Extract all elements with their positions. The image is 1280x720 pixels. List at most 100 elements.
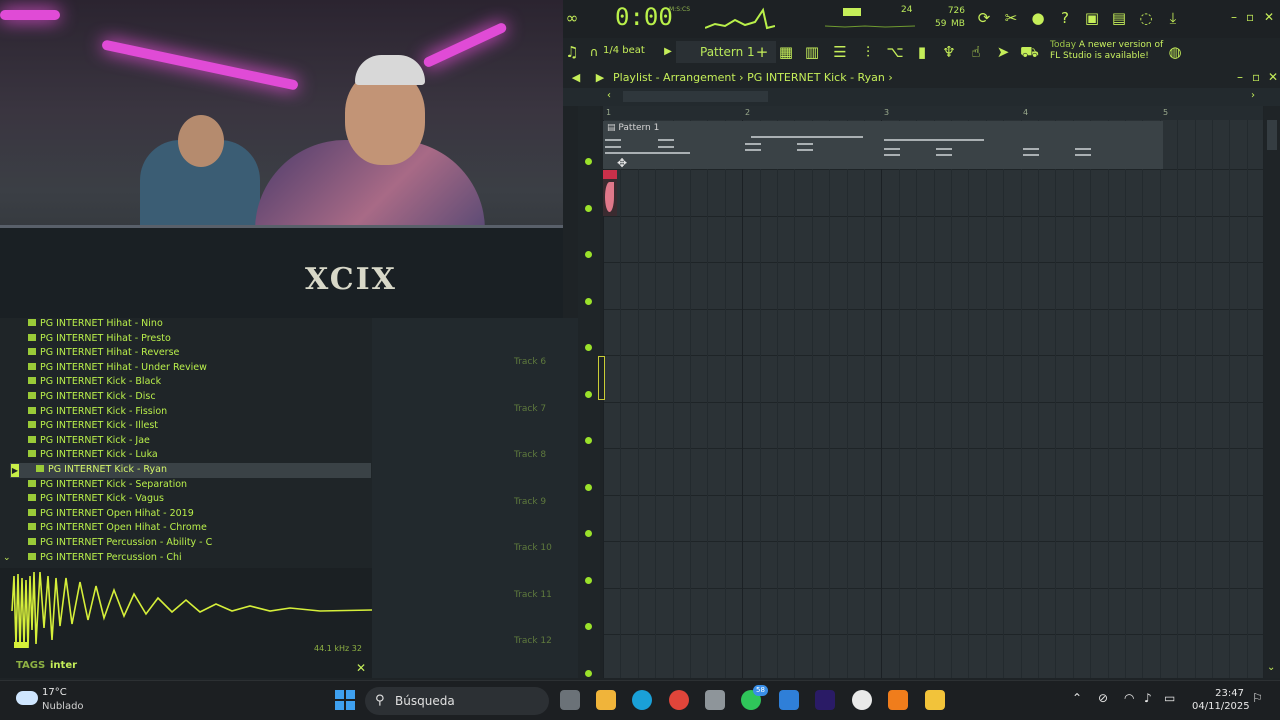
playlist-play-icon[interactable]: ▶ bbox=[591, 69, 609, 87]
file-explorer-icon[interactable] bbox=[925, 690, 945, 710]
mixer-icon[interactable]: ⫶ bbox=[859, 43, 877, 61]
cut-icon[interactable]: ✂ bbox=[1002, 9, 1020, 27]
preview-play-icon[interactable]: ▶ bbox=[11, 464, 19, 477]
playlist-icon[interactable]: ▦ bbox=[777, 43, 795, 61]
network-off-icon[interactable]: ⊘ bbox=[1098, 691, 1108, 705]
timeline-ruler[interactable]: 1 2 3 4 5 bbox=[603, 106, 1263, 120]
scroll-right-icon[interactable]: › bbox=[1251, 90, 1255, 101]
playlist-vertical-scrollbar[interactable]: ⌄ bbox=[1264, 106, 1280, 678]
browser-item[interactable]: PG INTERNET Percussion - Chi bbox=[28, 552, 182, 567]
wifi-icon[interactable]: ◠ bbox=[1124, 691, 1134, 705]
chevron-down-icon[interactable]: ⌄ bbox=[3, 553, 11, 563]
playlist-grid[interactable]: 1 2 3 4 5 ▤ Pattern 1 ✥ bbox=[603, 106, 1263, 678]
battery-icon[interactable]: ▭ bbox=[1164, 691, 1175, 705]
browser-item[interactable]: PG INTERNET Kick - Separation bbox=[28, 479, 187, 494]
piano-roll-icon[interactable]: ▥ bbox=[803, 43, 821, 61]
volume-icon[interactable]: ♪ bbox=[1144, 691, 1152, 705]
maps-icon[interactable] bbox=[852, 690, 872, 710]
master-volume-meter[interactable] bbox=[843, 8, 861, 16]
track-label[interactable]: Track 10 bbox=[514, 543, 552, 553]
track-mute-toggle[interactable] bbox=[585, 251, 592, 258]
weather-condition[interactable]: Nublado bbox=[42, 701, 84, 712]
browser-item[interactable]: PG INTERNET Hihat - Reverse bbox=[28, 347, 179, 362]
notification-icon[interactable]: ⚐ bbox=[1252, 691, 1263, 705]
browser-item[interactable]: PG INTERNET Percussion - Ability - C bbox=[28, 537, 212, 552]
track-mute-toggle[interactable] bbox=[585, 390, 592, 398]
audio-clip[interactable] bbox=[603, 170, 617, 216]
plugin-icon[interactable]: ♆ bbox=[940, 43, 958, 61]
horizontal-scroll-thumb[interactable] bbox=[623, 91, 768, 102]
track-label[interactable]: Track 9 bbox=[514, 497, 546, 507]
speaker-icon[interactable]: ◀ bbox=[567, 69, 585, 87]
track-mute-toggle[interactable] bbox=[585, 204, 592, 212]
save-icon[interactable]: ▣ bbox=[1083, 9, 1101, 27]
cloud-icon[interactable] bbox=[16, 691, 38, 705]
browser-item[interactable]: PG INTERNET Hihat - Presto bbox=[28, 333, 171, 348]
playlist-minimize-icon[interactable]: – bbox=[1237, 70, 1243, 84]
chat-icon[interactable]: ◌ bbox=[1137, 9, 1155, 27]
weather-temp[interactable]: 17°C bbox=[42, 687, 67, 698]
track-mute-toggle[interactable] bbox=[585, 297, 592, 305]
globe-icon[interactable]: ◍ bbox=[1166, 43, 1184, 61]
news-panel[interactable]: Today A newer version of FL Studio is av… bbox=[1050, 40, 1163, 62]
scroll-down-icon[interactable]: ⌄ bbox=[1267, 662, 1275, 673]
playlist-restore-icon[interactable]: ▫ bbox=[1252, 70, 1260, 84]
browser-item[interactable]: PG INTERNET Kick - Ryan bbox=[36, 464, 167, 479]
fl-menu-icon[interactable]: ∞ bbox=[563, 9, 581, 27]
browser-item[interactable]: PG INTERNET Kick - Luka bbox=[28, 449, 158, 464]
browser-item[interactable]: PG INTERNET Hihat - Under Review bbox=[28, 362, 207, 377]
browser-item[interactable]: PG INTERNET Kick - Jae bbox=[28, 435, 150, 450]
premiere-icon[interactable] bbox=[815, 690, 835, 710]
restore-icon[interactable]: ▫ bbox=[1246, 10, 1254, 24]
playlist-close-icon[interactable]: ✕ bbox=[1268, 70, 1278, 84]
start-icon[interactable] bbox=[335, 690, 355, 710]
task-view-icon[interactable] bbox=[560, 690, 580, 710]
track-mute-toggle[interactable] bbox=[585, 576, 592, 584]
track-mute-toggle[interactable] bbox=[585, 437, 592, 444]
touch-icon[interactable]: ☝ bbox=[967, 43, 985, 61]
close-icon[interactable]: ✕ bbox=[1264, 10, 1274, 24]
track-mute-toggle[interactable] bbox=[585, 530, 592, 537]
snipping-tool-icon[interactable] bbox=[705, 690, 725, 710]
track-label[interactable]: Track 8 bbox=[514, 450, 546, 460]
piano-icon[interactable]: ♫ bbox=[563, 43, 581, 61]
track-mute-toggle[interactable] bbox=[585, 344, 592, 351]
browser-tree-icon[interactable]: ⌥ bbox=[886, 43, 904, 61]
edge-icon[interactable] bbox=[632, 690, 652, 710]
undo-icon[interactable]: ⟳ bbox=[975, 9, 993, 27]
browser-item[interactable]: PG INTERNET Kick - Fission bbox=[28, 406, 167, 421]
browser-item[interactable]: PG INTERNET Kick - Disc bbox=[28, 391, 156, 406]
tags-value[interactable]: inter bbox=[50, 660, 77, 671]
track-label[interactable]: Track 12 bbox=[514, 636, 552, 646]
browser-item[interactable]: PG INTERNET Kick - Illest bbox=[28, 420, 158, 435]
vertical-scroll-thumb[interactable] bbox=[1267, 120, 1277, 150]
help-icon[interactable]: ? bbox=[1056, 9, 1074, 27]
chevron-up-icon[interactable]: ⌃ bbox=[1072, 691, 1082, 705]
channel-rack-icon[interactable]: ☰ bbox=[831, 43, 849, 61]
render-icon[interactable]: ▤ bbox=[1110, 9, 1128, 27]
browser-item[interactable]: PG INTERNET Kick - Vagus bbox=[28, 493, 164, 508]
track-label[interactable]: Track 11 bbox=[514, 590, 552, 600]
snap-selector[interactable]: 1/4 beat bbox=[603, 45, 645, 56]
browser-item[interactable]: PG INTERNET Hihat - Nino bbox=[28, 318, 163, 333]
store-icon[interactable] bbox=[596, 690, 616, 710]
track-label[interactable]: Track 7 bbox=[514, 404, 546, 414]
browser-item[interactable]: PG INTERNET Open Hihat - 2019 bbox=[28, 508, 194, 523]
clock[interactable]: 23:47 04/11/2025 bbox=[1192, 687, 1250, 713]
chrome-icon[interactable] bbox=[669, 690, 689, 710]
taskbar-search[interactable]: ⚲ Búsqueda bbox=[365, 687, 549, 715]
magnet-icon[interactable]: ∩ bbox=[585, 43, 603, 61]
track-label[interactable]: Track 6 bbox=[514, 357, 546, 367]
track-mute-toggle[interactable] bbox=[585, 669, 592, 677]
minimize-icon[interactable]: – bbox=[1231, 10, 1237, 24]
browser-item[interactable]: PG INTERNET Kick - Black bbox=[28, 376, 161, 391]
microphone-icon[interactable]: ● bbox=[1029, 9, 1047, 27]
track-mute-toggle[interactable] bbox=[585, 483, 592, 491]
remote-app-icon[interactable] bbox=[779, 690, 799, 710]
fl-studio-icon[interactable] bbox=[888, 690, 908, 710]
browser-item[interactable]: PG INTERNET Open Hihat - Chrome bbox=[28, 522, 207, 537]
cart-icon[interactable]: ⛟ bbox=[1020, 43, 1039, 61]
play-pattern-icon[interactable]: ▶ bbox=[659, 43, 677, 61]
file-icon[interactable]: ▮ bbox=[913, 43, 931, 61]
pattern-clip[interactable]: ▤ Pattern 1 bbox=[603, 121, 1163, 169]
